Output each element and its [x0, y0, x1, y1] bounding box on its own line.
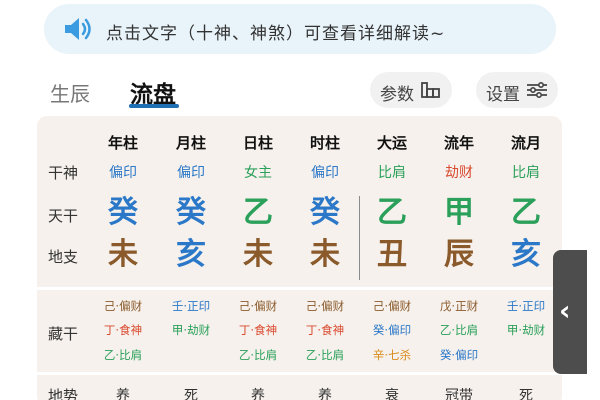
grid-icon: [421, 82, 440, 98]
canggan-item[interactable]: 乙·比肩: [423, 322, 495, 338]
shishen-cell[interactable]: 女主: [223, 162, 293, 182]
canggan-item[interactable]: 乙·比肩: [289, 347, 361, 363]
dishi-cell[interactable]: 死: [491, 385, 561, 400]
dishi-cell[interactable]: 养: [223, 385, 293, 400]
dishi-cell[interactable]: 死: [156, 385, 226, 400]
params-label: 参数: [380, 85, 414, 105]
row-label-tiangan: 天干: [48, 207, 79, 225]
params-button[interactable]: 参数: [370, 72, 452, 108]
speaker-icon: [65, 18, 91, 40]
column-header: 日柱: [242, 134, 273, 152]
tip-text: 点击文字（十神、神煞）可查看详细解读~: [106, 24, 446, 44]
dizhi-cell: 未: [108, 237, 138, 272]
dizhi-cell: 未: [310, 237, 340, 272]
tip-banner[interactable]: 点击文字（十神、神煞）可查看详细解读~: [44, 4, 556, 54]
column-header: 时柱: [309, 134, 340, 152]
tiangan-cell: 乙: [377, 195, 407, 230]
canggan-item[interactable]: 癸·偏印: [423, 347, 495, 363]
tiangan-cell: 癸: [108, 195, 138, 230]
column-header: 月柱: [175, 134, 206, 152]
settings-button[interactable]: 设置: [476, 72, 558, 108]
shishen-cell[interactable]: 劫财: [424, 162, 494, 182]
active-tab-underline: [129, 104, 179, 108]
shishen-cell[interactable]: 比肩: [491, 162, 561, 182]
shishen-cell[interactable]: 偏印: [156, 162, 226, 182]
shishen-cell[interactable]: 偏印: [88, 162, 158, 182]
row-divider: [37, 287, 562, 290]
canggan-item[interactable]: 壬·正印: [490, 298, 562, 314]
settings-label: 设置: [486, 85, 520, 105]
canggan-item[interactable]: 癸·偏印: [356, 322, 428, 338]
column-header: 大运: [376, 134, 407, 152]
row-label-dizhi: 地支: [48, 248, 79, 266]
row-label-canggan: 藏干: [48, 325, 79, 343]
canggan-item[interactable]: 戊·正财: [423, 298, 495, 314]
canggan-item[interactable]: 己·偏财: [87, 298, 159, 314]
dishi-cell[interactable]: 衰: [357, 385, 427, 400]
dizhi-cell: 丑: [377, 237, 407, 272]
dizhi-cell: 未: [243, 237, 273, 272]
dishi-cell[interactable]: 养: [88, 385, 158, 400]
canggan-item[interactable]: 丁·食神: [222, 322, 294, 338]
shishen-cell[interactable]: 比肩: [357, 162, 427, 182]
tiangan-cell: 乙: [511, 195, 541, 230]
side-panel-handle[interactable]: ‹: [553, 250, 587, 374]
canggan-item[interactable]: 壬·正印: [155, 298, 227, 314]
column-header: 年柱: [107, 134, 138, 152]
canggan-item[interactable]: 己·偏财: [289, 298, 361, 314]
tiangan-cell: 癸: [310, 195, 340, 230]
dishi-cell[interactable]: 养: [290, 385, 360, 400]
canggan-item[interactable]: 丁·食神: [289, 322, 361, 338]
dizhi-cell: 亥: [511, 237, 541, 272]
row-divider: [37, 372, 562, 375]
canggan-item[interactable]: 甲·劫财: [490, 322, 562, 338]
dishi-cell[interactable]: 冠带: [424, 385, 494, 400]
sliders-icon: [527, 81, 547, 99]
dizhi-cell: 亥: [176, 237, 206, 272]
canggan-item[interactable]: 己·偏财: [222, 298, 294, 314]
dizhi-cell: 辰: [444, 237, 474, 272]
canggan-item[interactable]: 丁·食神: [87, 322, 159, 338]
tab-shengchen[interactable]: 生辰: [50, 78, 90, 107]
canggan-item[interactable]: 辛·七杀: [356, 347, 428, 363]
row-label-shishen: 干神: [48, 164, 79, 182]
canggan-item[interactable]: 乙·比肩: [222, 347, 294, 363]
chevron-left-icon: ‹: [559, 294, 571, 327]
canggan-item[interactable]: 己·偏财: [356, 298, 428, 314]
tiangan-cell: 乙: [243, 195, 273, 230]
column-header: 流月: [510, 134, 541, 152]
row-label-dishi: 地势: [48, 387, 79, 400]
tiangan-cell: 甲: [444, 195, 474, 230]
shishen-cell[interactable]: 偏印: [290, 162, 360, 182]
canggan-item[interactable]: 乙·比肩: [87, 347, 159, 363]
column-header: 流年: [443, 134, 474, 152]
tiangan-cell: 癸: [176, 195, 206, 230]
canggan-item[interactable]: 甲·劫财: [155, 322, 227, 338]
